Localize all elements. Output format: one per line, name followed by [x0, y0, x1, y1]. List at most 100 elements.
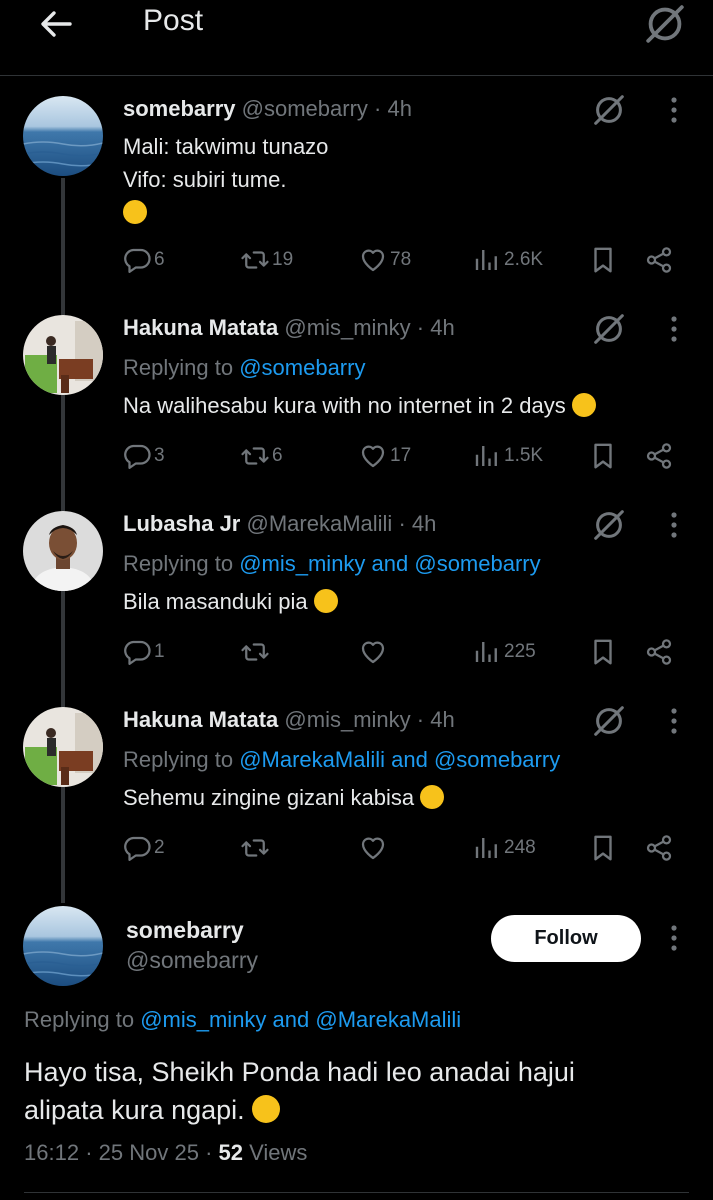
- tweet-line: alipata kura ngapi.: [24, 1095, 245, 1125]
- views-count: 2.6K: [504, 249, 544, 270]
- views-count: 225: [504, 641, 536, 662]
- views-count: 248: [504, 837, 536, 858]
- reply-count: 2: [154, 837, 165, 858]
- reply-button[interactable]: 6: [122, 240, 165, 280]
- repost-button[interactable]: 6: [240, 436, 283, 476]
- grok-icon[interactable]: [590, 506, 628, 544]
- back-button[interactable]: [36, 4, 76, 44]
- author-handle[interactable]: @MarekaMalili: [247, 511, 393, 536]
- thread-tweet[interactable]: somebarry @somebarry · 4h Mali: takwimu …: [0, 96, 713, 292]
- share-button[interactable]: [644, 240, 674, 280]
- mention-link[interactable]: @MarekaMalili and @somebarry: [239, 747, 560, 772]
- more-icon[interactable]: [662, 507, 686, 543]
- tweet-time: · 4h: [416, 707, 455, 732]
- avatar[interactable]: [23, 707, 103, 787]
- views-count: 52: [218, 1140, 243, 1165]
- thread-tweet[interactable]: Hakuna Matata @mis_minky · 4h Replying t…: [0, 707, 713, 877]
- grok-button[interactable]: [641, 0, 689, 48]
- tweet-time: · 4h: [374, 96, 412, 121]
- author-name[interactable]: somebarry: [123, 96, 236, 121]
- views-button[interactable]: 1.5K: [472, 436, 543, 476]
- author-name[interactable]: Hakuna Matata: [123, 315, 278, 340]
- mention-link[interactable]: @mis_minky and @somebarry: [239, 551, 540, 576]
- tweet-header: Hakuna Matata @mis_minky · 4h: [123, 707, 455, 733]
- reply-button[interactable]: 1: [122, 632, 165, 672]
- bookmark-button[interactable]: [588, 240, 618, 280]
- like-icon: [358, 833, 388, 863]
- replying-to: Replying to @mis_minky and @MarekaMalili: [24, 1007, 461, 1033]
- tweet-time: · 4h: [416, 315, 455, 340]
- top-bar: Post: [0, 0, 713, 76]
- tweet-header: somebarry @somebarry · 4h: [123, 96, 412, 122]
- author-name[interactable]: Hakuna Matata: [123, 707, 278, 732]
- share-button[interactable]: [644, 828, 674, 868]
- tweet-line: Mali: takwimu tunazo: [123, 134, 329, 159]
- grok-icon[interactable]: [590, 91, 628, 129]
- share-button[interactable]: [644, 632, 674, 672]
- page-title: Post: [143, 4, 204, 37]
- avatar[interactable]: [23, 511, 103, 591]
- like-button[interactable]: 17: [358, 436, 411, 476]
- share-button[interactable]: [644, 436, 674, 476]
- grok-icon[interactable]: [590, 310, 628, 348]
- like-button[interactable]: 78: [358, 240, 411, 280]
- emoji-hand-over-mouth: [571, 393, 596, 417]
- more-icon[interactable]: [662, 920, 686, 956]
- main-author-handle[interactable]: @somebarry: [126, 947, 258, 974]
- emoji-sweat-smile: [123, 200, 147, 224]
- thread-tweet[interactable]: Hakuna Matata @mis_minky · 4h Replying t…: [0, 315, 713, 485]
- reply-button[interactable]: 3: [122, 436, 165, 476]
- tweet-actions: 3 6 17 1.5K: [0, 436, 713, 476]
- reply-icon: [122, 441, 152, 471]
- author-handle[interactable]: @mis_minky: [284, 707, 410, 732]
- replying-prefix: Replying to: [24, 1007, 135, 1032]
- bookmark-button[interactable]: [588, 436, 618, 476]
- bookmark-button[interactable]: [588, 632, 618, 672]
- like-button[interactable]: [358, 632, 390, 672]
- bookmark-icon: [588, 833, 618, 863]
- avatar[interactable]: [23, 315, 103, 395]
- tweet-actions: 1 225: [0, 632, 713, 672]
- avatar[interactable]: [23, 96, 103, 176]
- repost-icon: [240, 637, 270, 667]
- emoji-hand-over-mouth: [420, 785, 445, 809]
- like-icon: [358, 245, 388, 275]
- repost-button[interactable]: [240, 632, 272, 672]
- more-icon[interactable]: [662, 703, 686, 739]
- mention-link[interactable]: @somebarry: [239, 355, 365, 380]
- repost-button[interactable]: [240, 828, 272, 868]
- more-icon[interactable]: [662, 92, 686, 128]
- reply-count: 1: [154, 641, 165, 662]
- author-name[interactable]: Lubasha Jr: [123, 511, 240, 536]
- reply-icon: [122, 833, 152, 863]
- follow-button[interactable]: Follow: [491, 915, 641, 962]
- reply-count: 3: [154, 445, 165, 466]
- main-author-name[interactable]: somebarry: [126, 917, 244, 944]
- thread-tweet[interactable]: Lubasha Jr @MarekaMalili · 4h Replying t…: [0, 511, 713, 681]
- grok-icon[interactable]: [590, 702, 628, 740]
- tweet-line: Na walihesabu kura with no internet in 2…: [123, 393, 566, 418]
- main-avatar[interactable]: [23, 906, 103, 986]
- mention-link[interactable]: @mis_minky and @MarekaMalili: [140, 1007, 461, 1032]
- replying-prefix: Replying to: [123, 747, 234, 772]
- reply-button[interactable]: 2: [122, 828, 165, 868]
- tweet-time: · 4h: [398, 511, 437, 536]
- replying-to: Replying to @MarekaMalili and @somebarry: [123, 747, 560, 773]
- author-handle[interactable]: @mis_minky: [284, 315, 410, 340]
- tweet-text: Na walihesabu kura with no internet in 2…: [123, 389, 596, 422]
- repost-icon: [240, 833, 270, 863]
- views-button[interactable]: 2.6K: [472, 240, 543, 280]
- repost-button[interactable]: 19: [240, 240, 293, 280]
- views-button[interactable]: 248: [472, 828, 536, 868]
- views-button[interactable]: 225: [472, 632, 536, 672]
- emoji-joy: [252, 1095, 281, 1123]
- reply-icon: [122, 637, 152, 667]
- tweet-time[interactable]: 16:12: [24, 1140, 79, 1165]
- tweet-date[interactable]: 25 Nov 25: [99, 1140, 199, 1165]
- divider: [24, 1192, 689, 1193]
- more-icon[interactable]: [662, 311, 686, 347]
- bookmark-button[interactable]: [588, 828, 618, 868]
- like-button[interactable]: [358, 828, 390, 868]
- author-handle[interactable]: @somebarry: [242, 96, 368, 121]
- share-icon: [644, 245, 674, 275]
